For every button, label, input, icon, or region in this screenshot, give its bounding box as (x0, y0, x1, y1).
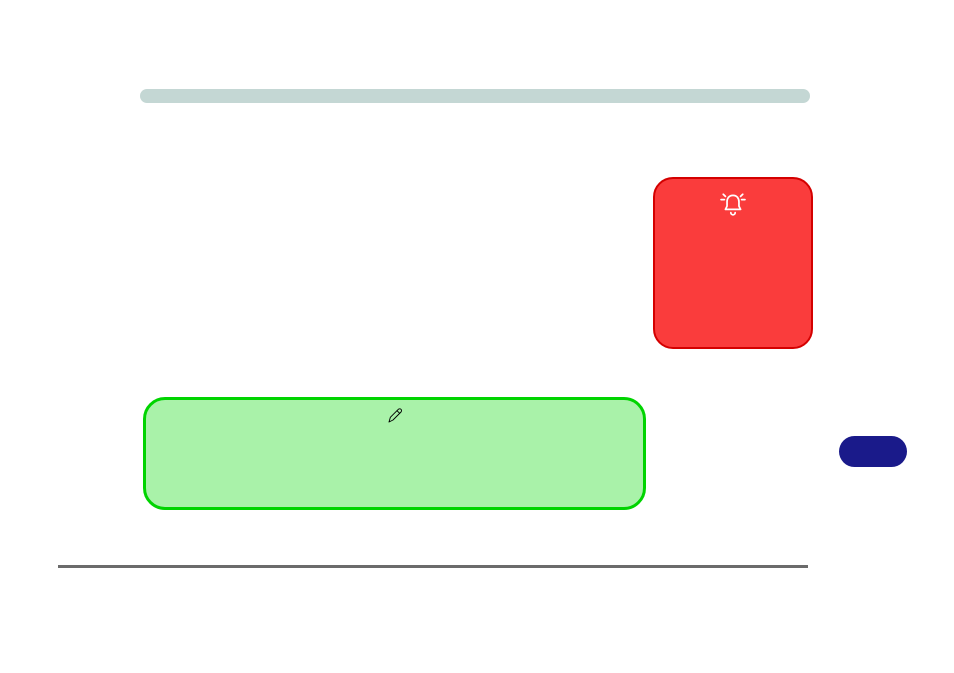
alert-bell-icon (720, 191, 746, 222)
action-button[interactable] (839, 436, 907, 467)
header-bar (140, 89, 810, 103)
separator-line (58, 565, 808, 568)
pen-icon (387, 408, 403, 429)
edit-panel[interactable] (143, 397, 646, 510)
alert-card[interactable] (653, 177, 813, 349)
